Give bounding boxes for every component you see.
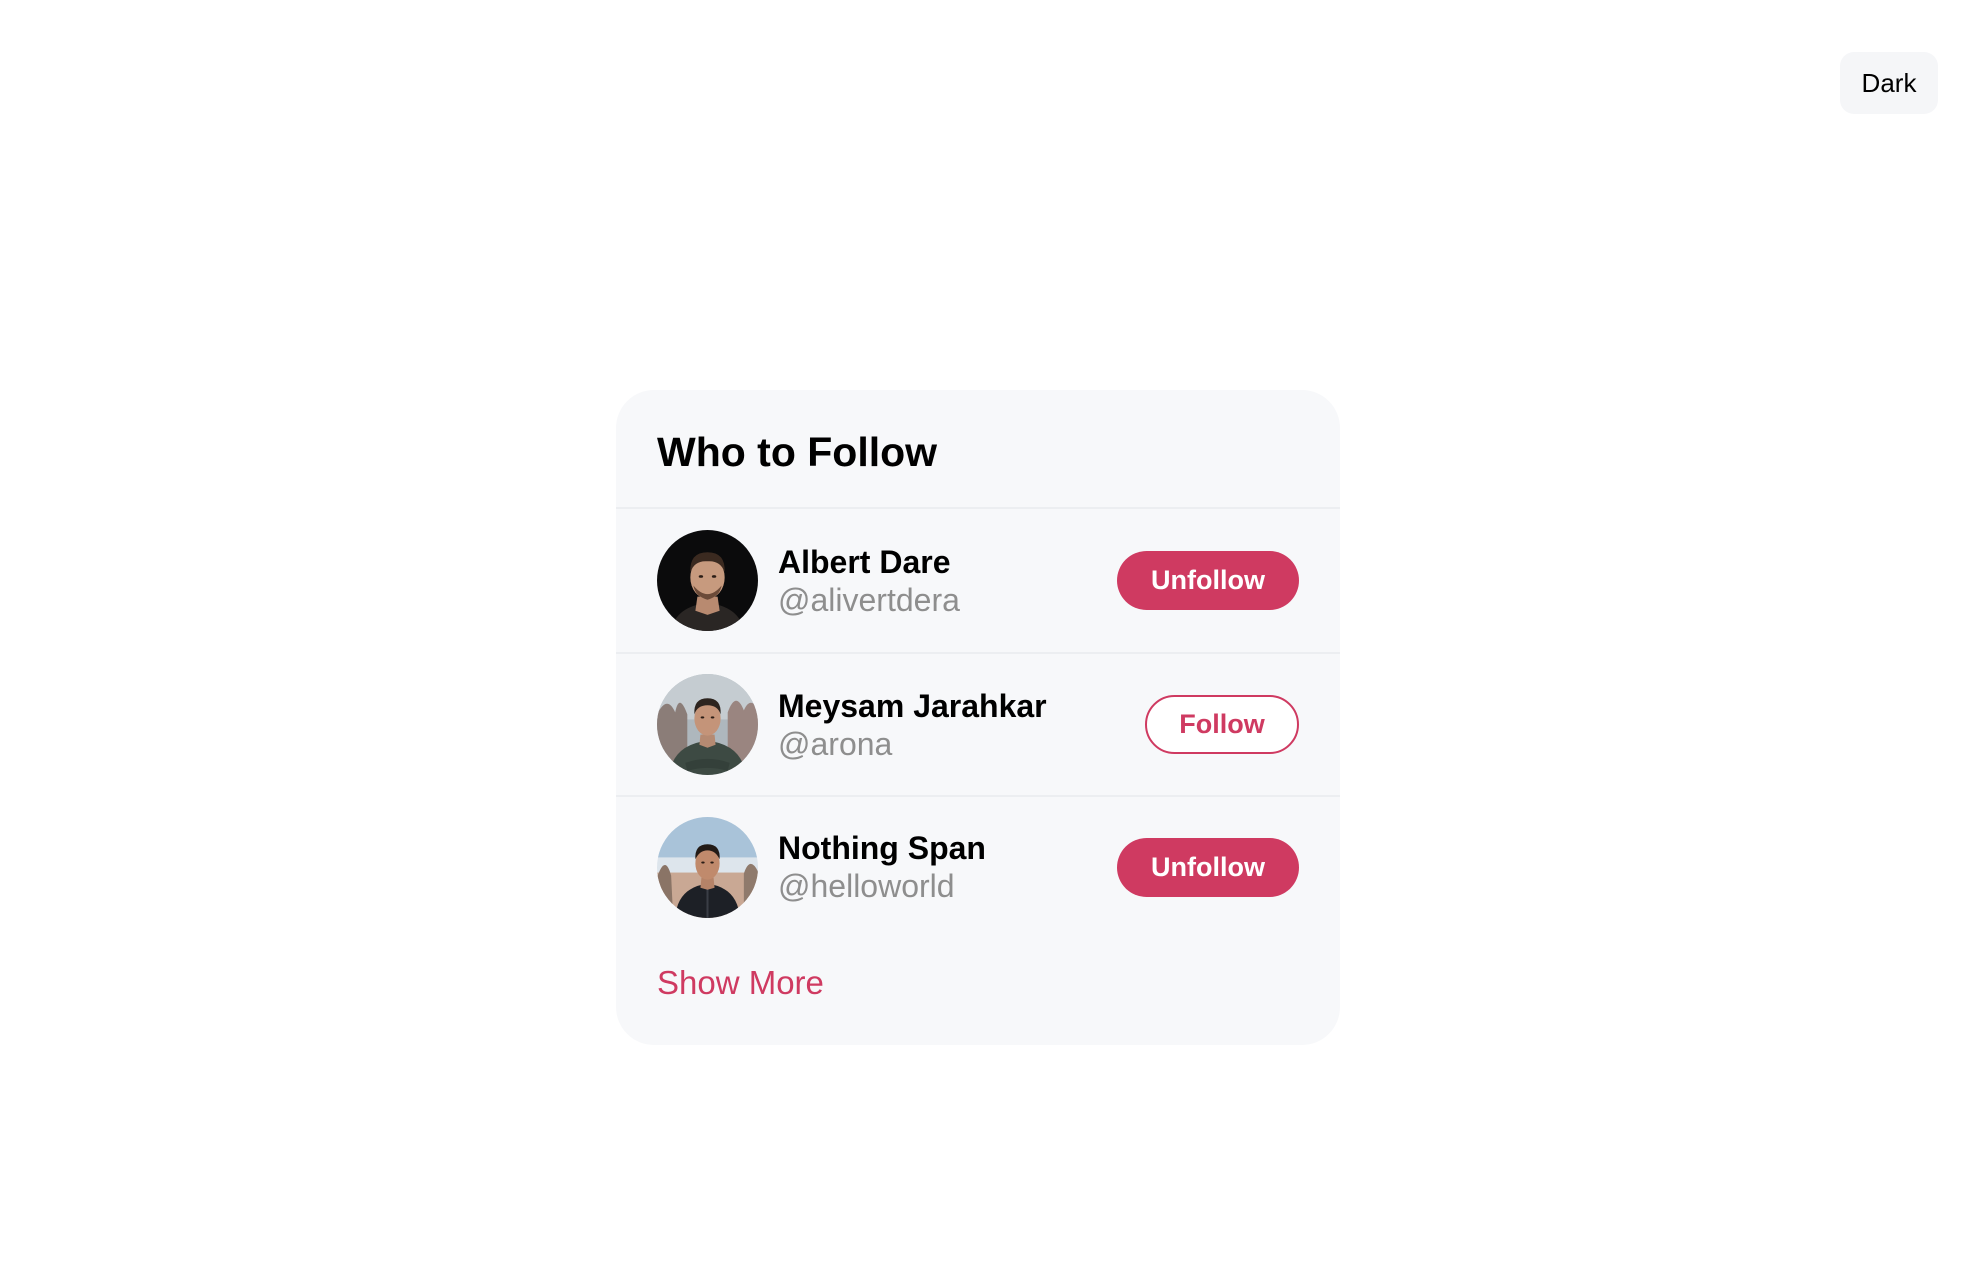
user-row: Meysam Jarahkar @arona Follow — [616, 652, 1340, 795]
who-to-follow-card: Who to Follow Albert Dare @alivertdera U… — [616, 390, 1340, 1045]
user-row: Nothing Span @helloworld Unfollow — [616, 795, 1340, 937]
unfollow-button[interactable]: Unfollow — [1117, 551, 1299, 610]
user-handle: @alivertdera — [778, 581, 960, 618]
portrait-man-dark-background-image — [657, 530, 758, 631]
user-list: Albert Dare @alivertdera Unfollow Meysam… — [616, 509, 1340, 937]
card-title: Who to Follow — [657, 428, 938, 475]
portrait-man-outdoor-sky-image — [657, 816, 758, 918]
user-info: Meysam Jarahkar @arona — [778, 687, 1145, 763]
user-info: Albert Dare @alivertdera — [778, 543, 1117, 619]
user-handle: @helloworld — [778, 868, 955, 904]
user-name[interactable]: Meysam Jarahkar — [778, 687, 1145, 725]
avatar[interactable] — [657, 816, 758, 918]
follow-button[interactable]: Follow — [1145, 695, 1299, 754]
user-name[interactable]: Albert Dare — [778, 543, 1117, 581]
card-header: Who to Follow — [616, 390, 1340, 509]
user-name[interactable]: Nothing Span — [778, 829, 1117, 867]
user-info: Nothing Span @helloworld — [778, 829, 1117, 905]
user-handle: @arona — [778, 725, 893, 762]
avatar[interactable] — [657, 674, 758, 775]
theme-toggle-button[interactable]: Dark — [1840, 52, 1938, 114]
user-row: Albert Dare @alivertdera Unfollow — [616, 509, 1340, 652]
unfollow-button[interactable]: Unfollow — [1117, 837, 1299, 897]
avatar[interactable] — [657, 530, 758, 631]
show-more-link[interactable]: Show More — [657, 966, 824, 999]
portrait-man-outdoor-trees-image — [657, 674, 758, 775]
